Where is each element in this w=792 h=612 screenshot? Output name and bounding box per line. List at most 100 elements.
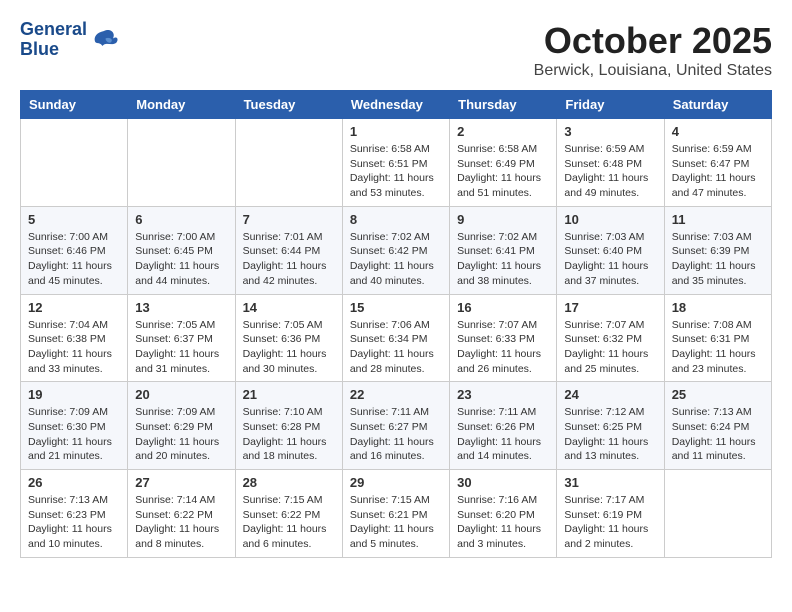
day-number: 18 [672,300,764,315]
cell-info: Sunrise: 7:13 AM Sunset: 6:23 PM Dayligh… [28,493,120,552]
logo-text: GeneralBlue [20,20,87,60]
calendar-cell: 14 Sunrise: 7:05 AM Sunset: 6:36 PM Dayli… [235,294,342,382]
calendar-cell: 20Sunrise: 7:09 AM Sunset: 6:29 PM Dayli… [128,382,235,470]
month-title: October 2025 [534,20,772,62]
calendar-table: SundayMondayTuesdayWednesdayThursdayFrid… [20,90,772,558]
calendar-cell: 11 Sunrise: 7:03 AM Sunset: 6:39 PM Dayli… [664,206,771,294]
calendar-cell [664,470,771,558]
cell-info: Sunrise: 6:58 AM Sunset: 6:51 PM Dayligh… [350,142,442,201]
day-number: 4 [672,124,764,139]
cell-info: Sunrise: 7:15 AM Sunset: 6:22 PM Dayligh… [243,493,335,552]
cell-info: Sunrise: 7:07 AM Sunset: 6:32 PM Dayligh… [564,318,656,377]
calendar-cell: 25 Sunrise: 7:13 AM Sunset: 6:24 PM Dayli… [664,382,771,470]
cell-info: Sunrise: 7:16 AM Sunset: 6:20 PM Dayligh… [457,493,549,552]
calendar-cell: 28 Sunrise: 7:15 AM Sunset: 6:22 PM Dayli… [235,470,342,558]
calendar-cell: 26 Sunrise: 7:13 AM Sunset: 6:23 PM Dayli… [21,470,128,558]
cell-info: Sunrise: 7:00 AM Sunset: 6:46 PM Dayligh… [28,230,120,289]
cell-info: Sunrise: 7:02 AM Sunset: 6:42 PM Dayligh… [350,230,442,289]
calendar-cell: 10 Sunrise: 7:03 AM Sunset: 6:40 PM Dayli… [557,206,664,294]
cell-info: Sunrise: 7:11 AM Sunset: 6:27 PM Dayligh… [350,405,442,464]
logo: GeneralBlue [20,20,119,60]
day-number: 25 [672,387,764,402]
cell-info: Sunrise: 7:07 AM Sunset: 6:33 PM Dayligh… [457,318,549,377]
calendar-cell: 7 Sunrise: 7:01 AM Sunset: 6:44 PM Daylig… [235,206,342,294]
weekday-header-wednesday: Wednesday [342,91,449,119]
cell-info: Sunrise: 7:11 AM Sunset: 6:26 PM Dayligh… [457,405,549,464]
calendar-cell: 8 Sunrise: 7:02 AM Sunset: 6:42 PM Daylig… [342,206,449,294]
calendar-cell [128,119,235,207]
day-number: 7 [243,212,335,227]
calendar-cell: 21 Sunrise: 7:10 AM Sunset: 6:28 PM Dayli… [235,382,342,470]
calendar-cell: 18 Sunrise: 7:08 AM Sunset: 6:31 PM Dayli… [664,294,771,382]
cell-info: Sunrise: 7:05 AM Sunset: 6:37 PM Dayligh… [135,318,227,377]
title-block: October 2025 Berwick, Louisiana, United … [534,20,772,80]
calendar-cell: 6Sunrise: 7:00 AM Sunset: 6:45 PM Daylig… [128,206,235,294]
cell-info: Sunrise: 7:03 AM Sunset: 6:39 PM Dayligh… [672,230,764,289]
weekday-header-monday: Monday [128,91,235,119]
calendar-cell: 16Sunrise: 7:07 AM Sunset: 6:33 PM Dayli… [450,294,557,382]
cell-info: Sunrise: 7:03 AM Sunset: 6:40 PM Dayligh… [564,230,656,289]
calendar-cell: 24Sunrise: 7:12 AM Sunset: 6:25 PM Dayli… [557,382,664,470]
calendar-cell: 1 Sunrise: 6:58 AM Sunset: 6:51 PM Daylig… [342,119,449,207]
cell-info: Sunrise: 7:02 AM Sunset: 6:41 PM Dayligh… [457,230,549,289]
day-number: 17 [564,300,656,315]
calendar-cell: 12Sunrise: 7:04 AM Sunset: 6:38 PM Dayli… [21,294,128,382]
location: Berwick, Louisiana, United States [534,62,772,80]
day-number: 6 [135,212,227,227]
calendar-cell: 23 Sunrise: 7:11 AM Sunset: 6:26 PM Dayli… [450,382,557,470]
weekday-header-thursday: Thursday [450,91,557,119]
cell-info: Sunrise: 6:58 AM Sunset: 6:49 PM Dayligh… [457,142,549,201]
logo-bird-icon [89,25,119,55]
calendar-cell: 3Sunrise: 6:59 AM Sunset: 6:48 PM Daylig… [557,119,664,207]
cell-info: Sunrise: 7:14 AM Sunset: 6:22 PM Dayligh… [135,493,227,552]
day-number: 1 [350,124,442,139]
weekday-header-tuesday: Tuesday [235,91,342,119]
weekday-header-friday: Friday [557,91,664,119]
day-number: 30 [457,475,549,490]
day-number: 21 [243,387,335,402]
day-number: 2 [457,124,549,139]
day-number: 5 [28,212,120,227]
day-number: 12 [28,300,120,315]
day-number: 26 [28,475,120,490]
weekday-header-row: SundayMondayTuesdayWednesdayThursdayFrid… [21,91,772,119]
day-number: 24 [564,387,656,402]
day-number: 3 [564,124,656,139]
day-number: 14 [243,300,335,315]
calendar-cell: 9Sunrise: 7:02 AM Sunset: 6:41 PM Daylig… [450,206,557,294]
week-row-1: 5 Sunrise: 7:00 AM Sunset: 6:46 PM Daylig… [21,206,772,294]
calendar-cell: 19 Sunrise: 7:09 AM Sunset: 6:30 PM Dayli… [21,382,128,470]
cell-info: Sunrise: 7:09 AM Sunset: 6:30 PM Dayligh… [28,405,120,464]
cell-info: Sunrise: 7:10 AM Sunset: 6:28 PM Dayligh… [243,405,335,464]
day-number: 10 [564,212,656,227]
week-row-3: 19 Sunrise: 7:09 AM Sunset: 6:30 PM Dayli… [21,382,772,470]
cell-info: Sunrise: 7:13 AM Sunset: 6:24 PM Dayligh… [672,405,764,464]
week-row-0: 1 Sunrise: 6:58 AM Sunset: 6:51 PM Daylig… [21,119,772,207]
day-number: 8 [350,212,442,227]
day-number: 20 [135,387,227,402]
day-number: 11 [672,212,764,227]
cell-info: Sunrise: 7:05 AM Sunset: 6:36 PM Dayligh… [243,318,335,377]
day-number: 22 [350,387,442,402]
week-row-2: 12Sunrise: 7:04 AM Sunset: 6:38 PM Dayli… [21,294,772,382]
day-number: 19 [28,387,120,402]
cell-info: Sunrise: 7:08 AM Sunset: 6:31 PM Dayligh… [672,318,764,377]
calendar-cell: 27 Sunrise: 7:14 AM Sunset: 6:22 PM Dayli… [128,470,235,558]
calendar-cell: 30 Sunrise: 7:16 AM Sunset: 6:20 PM Dayli… [450,470,557,558]
cell-info: Sunrise: 7:01 AM Sunset: 6:44 PM Dayligh… [243,230,335,289]
day-number: 15 [350,300,442,315]
cell-info: Sunrise: 7:06 AM Sunset: 6:34 PM Dayligh… [350,318,442,377]
calendar-cell: 13Sunrise: 7:05 AM Sunset: 6:37 PM Dayli… [128,294,235,382]
cell-info: Sunrise: 7:17 AM Sunset: 6:19 PM Dayligh… [564,493,656,552]
day-number: 31 [564,475,656,490]
day-number: 29 [350,475,442,490]
weekday-header-sunday: Sunday [21,91,128,119]
calendar-cell: 2 Sunrise: 6:58 AM Sunset: 6:49 PM Daylig… [450,119,557,207]
day-number: 28 [243,475,335,490]
cell-info: Sunrise: 7:15 AM Sunset: 6:21 PM Dayligh… [350,493,442,552]
calendar-cell: 4 Sunrise: 6:59 AM Sunset: 6:47 PM Daylig… [664,119,771,207]
page-header: GeneralBlue October 2025 Berwick, Louisi… [20,20,772,80]
cell-info: Sunrise: 6:59 AM Sunset: 6:47 PM Dayligh… [672,142,764,201]
day-number: 27 [135,475,227,490]
day-number: 23 [457,387,549,402]
